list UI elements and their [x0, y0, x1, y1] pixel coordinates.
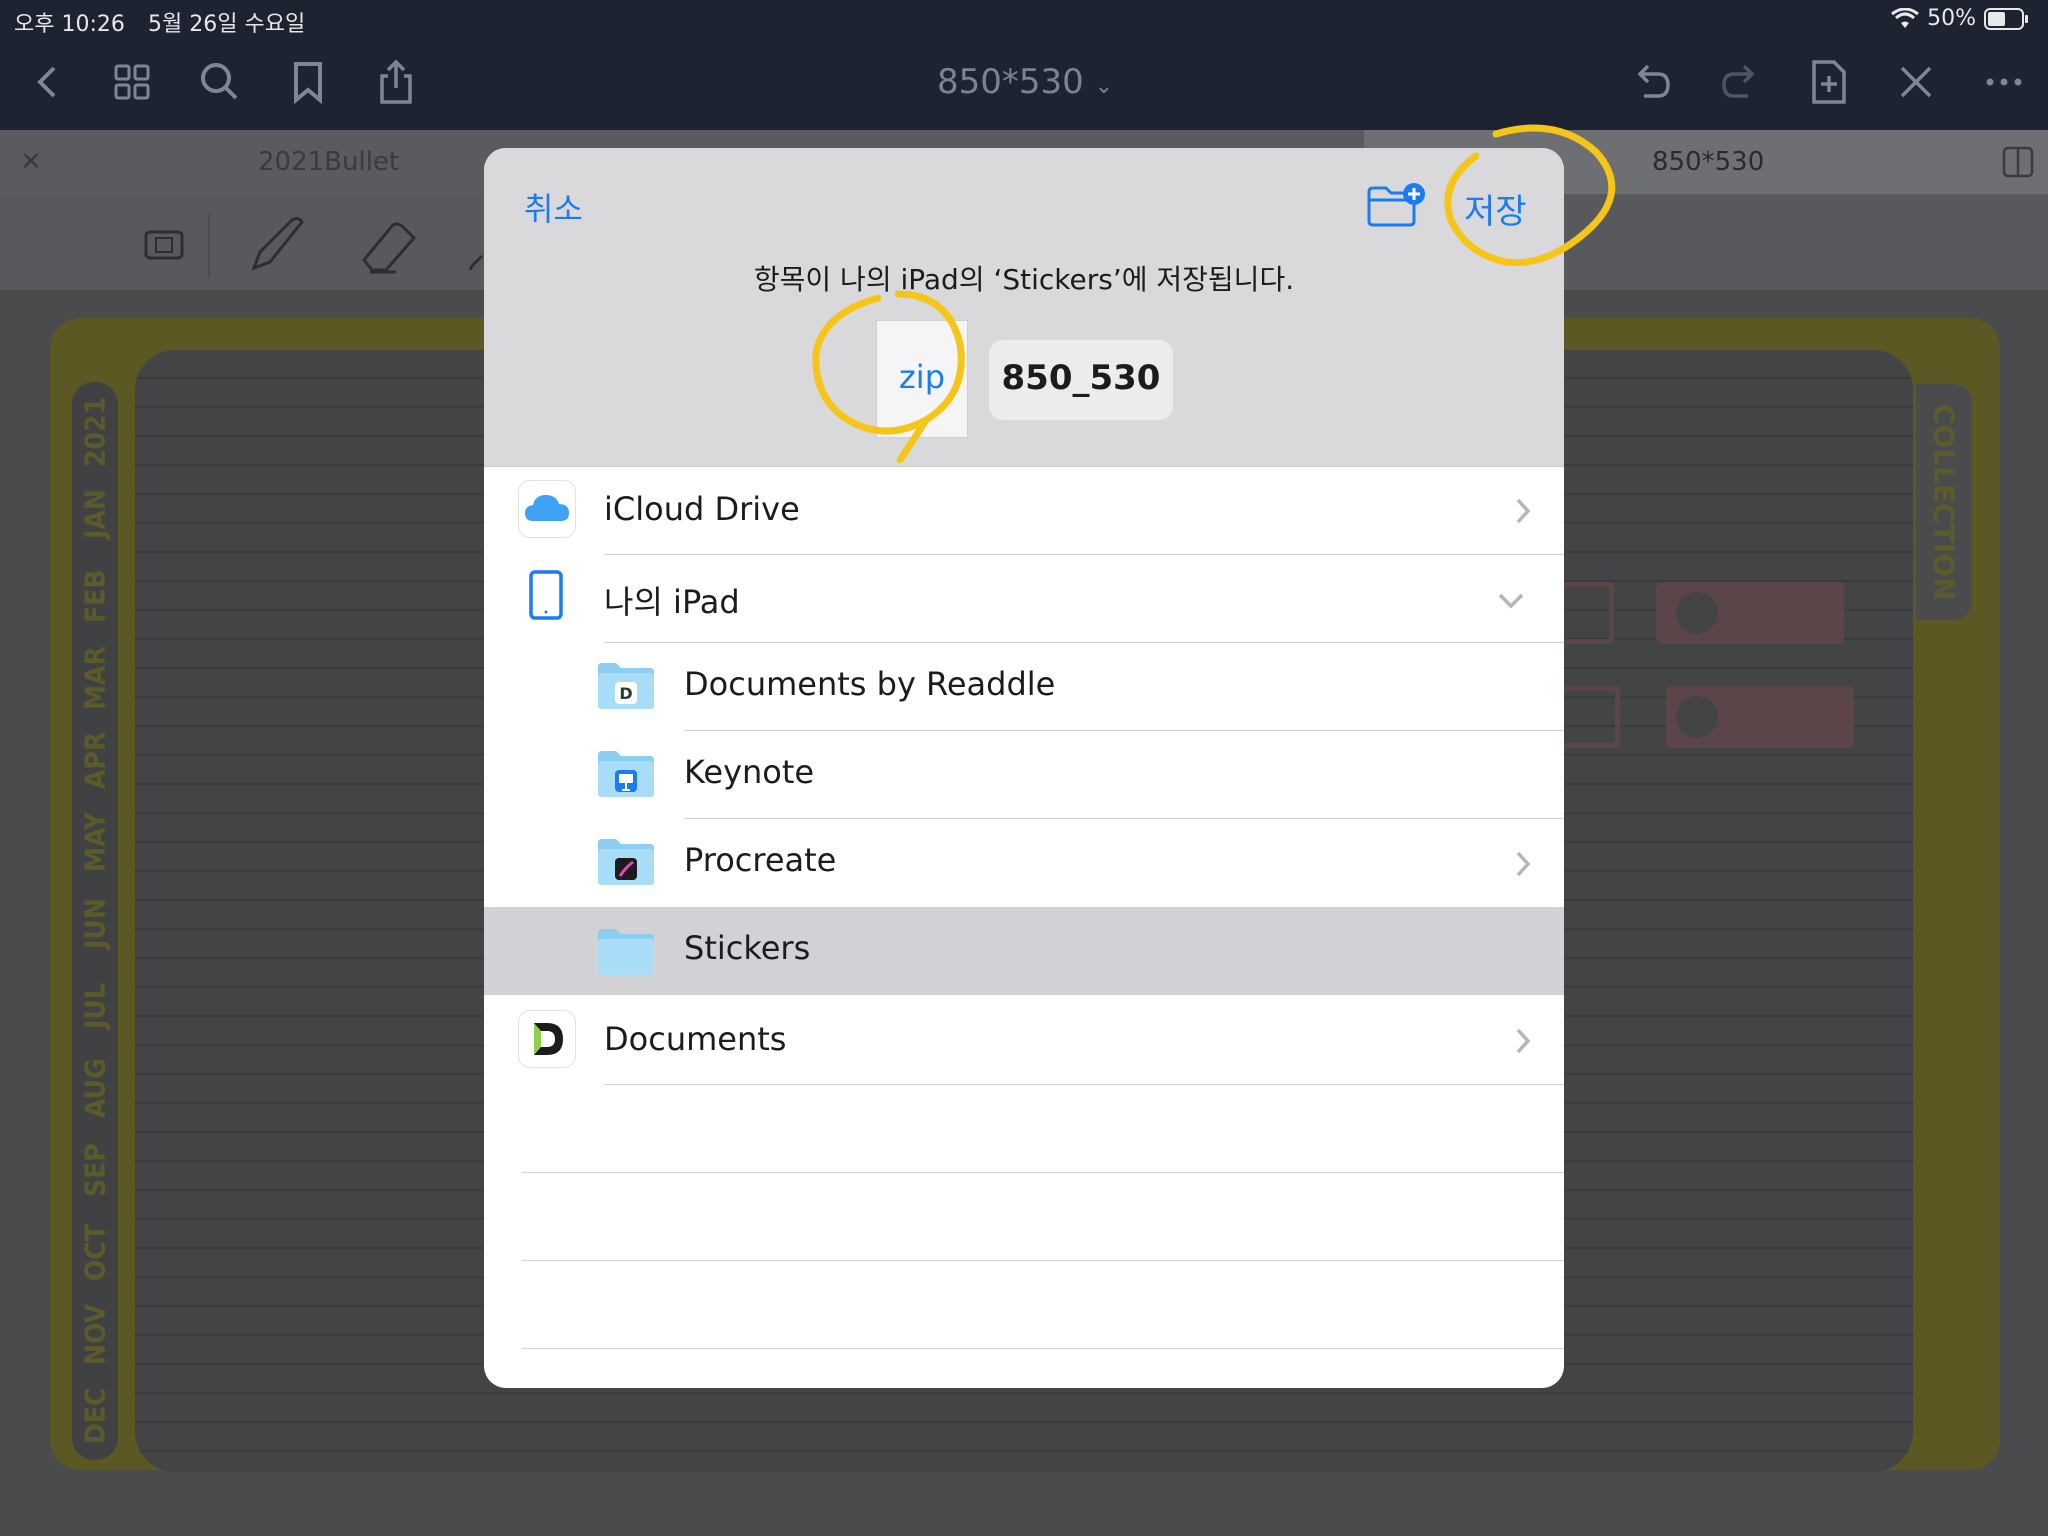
svg-text:D: D: [619, 684, 632, 703]
split-view-icon[interactable]: [2002, 146, 2034, 178]
new-folder-icon[interactable]: [1366, 182, 1426, 228]
folder-procreate-icon: [598, 839, 654, 885]
row-separator: [522, 1172, 1564, 1173]
collection-tab-label: COLLECTION: [1927, 403, 1961, 601]
status-bar: 오후 10:26 5월 26일 수요일 50%: [0, 0, 2048, 38]
month-tab-apr[interactable]: APR: [72, 720, 118, 800]
undo-icon[interactable]: [1626, 56, 1678, 108]
eraser-icon[interactable]: [356, 212, 422, 278]
sticker-dot: [1676, 696, 1718, 738]
folder-readdle-icon: D: [598, 663, 654, 709]
location-label: Documents: [604, 1020, 787, 1058]
tab-2021bullet[interactable]: 2021Bullet: [258, 130, 399, 194]
battery-icon: [1984, 7, 2028, 30]
month-tab-aug[interactable]: AUG: [72, 1048, 118, 1128]
lasso-icon[interactable]: [142, 222, 190, 266]
save-dialog: 취소 저장 항목이 나의 iPad의 ‘Stickers’에 저장됩니다. zi…: [484, 148, 1564, 1388]
month-tab-jan[interactable]: JAN: [72, 474, 118, 554]
month-tab-dec[interactable]: DEC: [72, 1376, 118, 1456]
share-icon[interactable]: [370, 56, 422, 108]
month-tab-nov[interactable]: NOV: [72, 1294, 118, 1374]
cancel-button[interactable]: 취소: [524, 184, 583, 230]
back-icon[interactable]: [22, 56, 74, 108]
document-title[interactable]: 850*530 ⌄: [900, 62, 1150, 102]
documents-app-icon: [518, 1010, 576, 1068]
more-icon[interactable]: [1978, 56, 2030, 108]
save-button[interactable]: 저장: [1464, 184, 1527, 233]
status-right: 50%: [1891, 6, 2030, 31]
file-extension: zip: [899, 358, 945, 396]
bookmark-icon[interactable]: [282, 56, 334, 108]
month-tab-feb[interactable]: FEB: [72, 556, 118, 636]
sticker-dot: [1676, 592, 1718, 634]
highlighter-icon[interactable]: [468, 220, 484, 272]
month-tab-2021[interactable]: 2021: [72, 392, 118, 472]
add-page-icon[interactable]: [1802, 56, 1854, 108]
filename-text: 850_530: [1001, 358, 1161, 398]
month-tab-may[interactable]: MAY: [72, 802, 118, 882]
chevron-right-icon: [1516, 498, 1531, 524]
location-row-procreate[interactable]: Procreate: [484, 819, 1564, 907]
location-label: 나의 iPad: [604, 583, 740, 621]
redo-icon[interactable]: [1714, 56, 1766, 108]
month-tab-jun[interactable]: JUN: [72, 884, 118, 964]
ipad-icon: [529, 570, 563, 620]
close-tab-icon[interactable]: ✕: [20, 130, 42, 194]
row-separator: [604, 1084, 1564, 1085]
chevron-right-icon: [1516, 1028, 1531, 1054]
folder-keynote-icon: [598, 751, 654, 797]
location-row-documents-by-readdle[interactable]: D Documents by Readdle: [484, 643, 1564, 731]
icloud-icon: [518, 480, 576, 538]
tab-label: 850*530: [1652, 147, 1765, 177]
location-label: Keynote: [684, 753, 815, 791]
grid-icon[interactable]: [106, 56, 158, 108]
row-separator: [522, 1348, 1564, 1349]
month-tabs: 2021 JAN FEB MAR APR MAY JUN JUL AUG SEP…: [72, 382, 118, 1460]
row-separator: [522, 1260, 1564, 1261]
status-date: 5월 26일 수요일: [148, 12, 306, 37]
location-row-icloud-drive[interactable]: iCloud Drive: [484, 466, 1564, 554]
month-tab-sep[interactable]: SEP: [72, 1130, 118, 1210]
status-time: 오후 10:26: [14, 12, 125, 37]
chevron-down-icon: [1498, 593, 1524, 609]
search-icon[interactable]: [194, 56, 246, 108]
location-label: Stickers: [684, 929, 811, 967]
document-title-label: 850*530: [936, 62, 1084, 102]
chevron-down-icon: ⌄: [1094, 74, 1114, 99]
battery-percent: 50%: [1927, 6, 1976, 31]
tab-label: 2021Bullet: [258, 147, 400, 177]
month-tab-mar[interactable]: MAR: [72, 638, 118, 718]
location-label: iCloud Drive: [604, 490, 800, 528]
folder-icon: [598, 929, 654, 975]
location-row-keynote[interactable]: Keynote: [484, 731, 1564, 819]
pen-icon[interactable]: [244, 212, 310, 278]
save-location-message: 항목이 나의 iPad의 ‘Stickers’에 저장됩니다.: [753, 263, 1295, 296]
tools-off-icon[interactable]: [1890, 56, 1942, 108]
wifi-icon: [1891, 7, 1920, 28]
location-label: Documents by Readdle: [684, 665, 1056, 703]
sticker-outline: [1556, 686, 1620, 748]
location-row-stickers[interactable]: Stickers: [484, 907, 1564, 995]
location-row-documents[interactable]: Documents: [484, 996, 1564, 1084]
month-tab-oct[interactable]: OCT: [72, 1212, 118, 1292]
location-row-my-ipad[interactable]: 나의 iPad: [484, 555, 1564, 643]
toolbar-divider: [208, 214, 210, 278]
chevron-right-icon: [1516, 851, 1531, 877]
month-tab-jul[interactable]: JUL: [72, 966, 118, 1046]
sticker-outline: [1556, 582, 1614, 644]
location-label: Procreate: [684, 841, 837, 879]
